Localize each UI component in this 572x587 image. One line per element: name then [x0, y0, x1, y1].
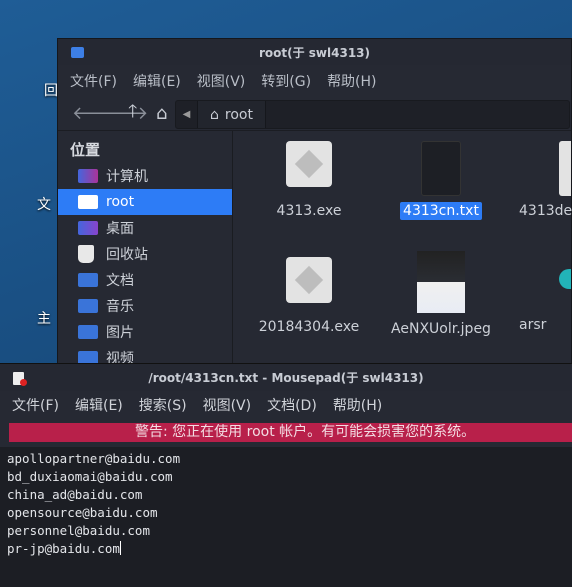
breadcrumb: ◀ ⌂ root	[175, 100, 570, 129]
window-title: /root/4313cn.txt - Mousepad(于 swl4313)	[148, 371, 424, 385]
file-item[interactable]: 4313.exe	[254, 141, 364, 219]
desktop-icon[interactable]: 主	[37, 308, 51, 328]
menu-edit[interactable]: 编辑(E)	[75, 395, 123, 415]
sidebar-item-label: 桌面	[106, 221, 134, 237]
file-item[interactable]: 4313cn.txt	[386, 141, 496, 220]
menu-help[interactable]: 帮助(H)	[327, 71, 376, 91]
sidebar-item-trash[interactable]: 回收站	[58, 241, 232, 267]
computer-icon	[78, 169, 98, 183]
readonly-badge-icon	[20, 379, 27, 386]
sidebar-item-label: root	[106, 194, 135, 210]
menu-view[interactable]: 视图(V)	[197, 71, 246, 91]
sidebar-item-label: 文档	[106, 273, 134, 289]
file-icon	[559, 269, 571, 289]
breadcrumb-left-icon[interactable]: ◀	[176, 101, 198, 128]
menu-go[interactable]: 转到(G)	[261, 71, 311, 91]
menu-search[interactable]: 搜索(S)	[139, 395, 187, 415]
text-line: bd_duxiaomai@baidu.com	[7, 469, 173, 484]
text-editor[interactable]: apollopartner@baidu.com bd_duxiaomai@bai…	[0, 447, 572, 587]
title-bar[interactable]: root(于 swl4313)	[58, 39, 571, 65]
sidebar-item-root[interactable]: root	[58, 189, 232, 215]
folder-documents-icon	[78, 273, 98, 287]
back-arrow-icon[interactable]: 🡐	[72, 103, 120, 124]
forward-arrow-icon[interactable]: 🡒	[100, 103, 148, 124]
file-name: 4313.exe	[276, 203, 342, 219]
sidebar-heading: 位置	[70, 141, 101, 159]
text-line: opensource@baidu.com	[7, 505, 158, 520]
breadcrumb-root[interactable]: ⌂ root	[198, 101, 266, 128]
desktop-icon-label: 回	[44, 83, 58, 99]
sidebar-item-music[interactable]: 音乐	[58, 293, 232, 319]
file-name: arsr	[519, 317, 547, 333]
file-name: AeNXUolr.jpeg	[391, 321, 491, 337]
image-thumbnail	[417, 251, 465, 313]
file-item[interactable]: arsr	[519, 257, 571, 333]
file-grid: 4313.exe 4313cn.txt 4313de 20184304.exe …	[234, 131, 572, 367]
root-warning-bar: 警告: 您正在使用 root 帐户。有可能会损害您的系统。	[9, 423, 572, 442]
breadcrumb-label: root	[224, 106, 253, 123]
mousepad-window: /root/4313cn.txt - Mousepad(于 swl4313) 文…	[0, 363, 572, 587]
sidebar-item-documents[interactable]: 文档	[58, 267, 232, 293]
menu-bar: 文件(F) 编辑(E) 搜索(S) 视图(V) 文档(D) 帮助(H)	[0, 391, 572, 419]
menu-file[interactable]: 文件(F)	[12, 395, 59, 415]
file-manager-window: root(于 swl4313) 文件(F) 编辑(E) 视图(V) 转到(G) …	[57, 38, 572, 368]
menu-help[interactable]: 帮助(H)	[333, 395, 382, 415]
desktop-icon-label: 主	[37, 311, 51, 327]
home-icon: ⌂	[210, 106, 219, 123]
file-item[interactable]: AeNXUolr.jpeg	[386, 251, 496, 337]
drive-icon	[78, 195, 98, 209]
desktop-icon[interactable]: 文	[37, 194, 51, 214]
executable-icon	[286, 141, 332, 187]
text-line: china_ad@baidu.com	[7, 487, 143, 502]
sidebar-item-label: 回收站	[106, 247, 148, 263]
sidebar-item-label: 计算机	[106, 169, 148, 185]
text-line: apollopartner@baidu.com	[7, 451, 181, 466]
menu-file[interactable]: 文件(F)	[70, 71, 117, 91]
sidebar-item-pictures[interactable]: 图片	[58, 319, 232, 345]
folder-home-icon	[71, 47, 84, 58]
menu-edit[interactable]: 编辑(E)	[133, 71, 181, 91]
folder-pictures-icon	[78, 325, 98, 339]
menu-view[interactable]: 视图(V)	[203, 395, 252, 415]
window-title: root(于 swl4313)	[258, 45, 371, 60]
file-item[interactable]: 4313de	[519, 141, 572, 219]
executable-icon	[286, 257, 332, 303]
file-name: 4313cn.txt	[400, 202, 482, 220]
sidebar-item-label: 图片	[106, 325, 134, 341]
text-line: pr-jp@baidu.com	[7, 541, 120, 556]
desktop-icon-label: 文	[37, 197, 51, 213]
title-bar[interactable]: /root/4313cn.txt - Mousepad(于 swl4313)	[0, 364, 572, 391]
menu-bar: 文件(F) 编辑(E) 视图(V) 转到(G) 帮助(H)	[58, 65, 571, 97]
text-cursor	[119, 541, 121, 555]
text-line: personnel@baidu.com	[7, 523, 150, 538]
sidebar-item-label: 音乐	[106, 299, 134, 315]
sidebar-item-desktop[interactable]: 桌面	[58, 215, 232, 241]
sidebar: 位置 计算机 root 桌面 回收站 文档 音乐 图片 视频	[58, 131, 233, 367]
up-arrow-icon[interactable]: 🡑	[128, 99, 156, 129]
trash-icon	[78, 245, 94, 263]
sidebar-item-computer[interactable]: 计算机	[58, 163, 232, 189]
file-name: 20184304.exe	[258, 319, 360, 335]
file-item[interactable]: 20184304.exe	[254, 257, 364, 335]
text-line-last: pr-jp@baidu.com	[7, 540, 572, 558]
file-name: 4313de	[519, 203, 572, 219]
desktop-icon	[78, 221, 98, 235]
file-icon	[559, 141, 571, 196]
desktop-icon[interactable]: 回	[44, 80, 58, 100]
text-file-icon	[421, 141, 461, 196]
folder-music-icon	[78, 299, 98, 313]
menu-document[interactable]: 文档(D)	[267, 395, 317, 415]
